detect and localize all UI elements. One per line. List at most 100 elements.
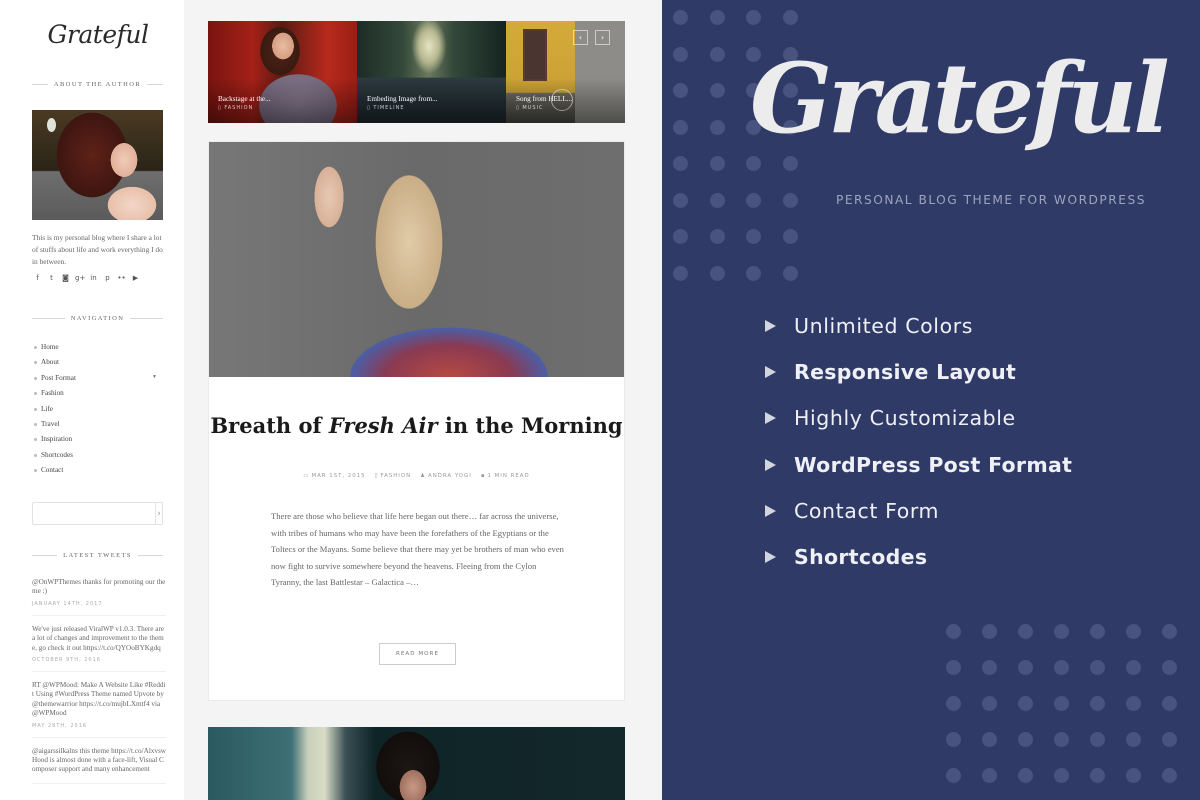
google-plus-icon[interactable]: g+ [75, 273, 85, 283]
dot-decoration [1018, 768, 1033, 783]
dot-decoration [1018, 624, 1033, 639]
tweet-text[interactable]: We've just released ViralWP v1.0.3. Ther… [32, 625, 166, 653]
slider-next-button[interactable]: › [595, 30, 610, 45]
slider-prev-button[interactable]: ‹ [573, 30, 588, 45]
dot-decoration [982, 660, 997, 675]
post-featured-image[interactable] [209, 142, 624, 377]
sidebar-navigation: Home About Post Format ▼ Fashion Life Travel In… [33, 341, 161, 480]
facebook-icon[interactable]: f [33, 273, 42, 283]
divider [32, 555, 58, 556]
author-bio: This is my personal blog where I share a… [32, 233, 163, 266]
dot-decoration [1054, 732, 1069, 747]
clock-icon: ▪ [480, 473, 486, 479]
slide-category-label: Music [522, 105, 544, 111]
slide-title[interactable]: Backstage at the... [218, 95, 271, 103]
feature-list: Unlimited Colors Responsive Layout Highly … [765, 303, 1072, 580]
dot-decoration [1054, 660, 1069, 675]
post-title-emphasis: Fresh Air [328, 413, 438, 438]
dot-decoration [782, 156, 798, 171]
promo-panel: Grateful Personal Blog Theme for WordPre… [662, 0, 1200, 800]
search-input[interactable] [33, 503, 155, 524]
tweet-item: @OnWPThemes thanks for promoting our the… [32, 578, 166, 616]
slide-category: ▯ Music [516, 105, 544, 111]
slide-item[interactable]: Backstage at the... ▯ Fashion [208, 21, 357, 123]
nav-item-life[interactable]: Life [33, 403, 161, 418]
pinterest-icon[interactable]: p [103, 273, 112, 283]
dot-decoration [673, 10, 688, 25]
post-category-text: Fashion [380, 473, 412, 479]
tweet-text[interactable]: @OnWPThemes thanks for promoting our the… [32, 578, 166, 597]
flickr-icon[interactable]: •• [117, 273, 126, 283]
sidebar: Grateful About the Author This is my per… [0, 0, 184, 800]
dot-decoration [946, 696, 961, 711]
youtube-icon[interactable]: ▶ [131, 273, 140, 283]
dot-decoration [1126, 660, 1141, 675]
post-category[interactable]: ▯ Fashion [375, 473, 412, 479]
read-more-button[interactable]: Read More [379, 643, 456, 665]
nav-item-label: About [41, 358, 59, 367]
slide-title[interactable]: Song from HELL... [516, 95, 572, 103]
nav-item-label: Inspiration [41, 435, 73, 444]
nav-item-about[interactable]: About [33, 356, 161, 371]
nav-item-post-format[interactable]: Post Format ▼ [33, 372, 161, 387]
window-decoration [523, 29, 547, 81]
dot-decoration [1162, 660, 1177, 675]
post-title[interactable]: Breath of Fresh Air in the Morning [209, 412, 624, 440]
dot-decoration [673, 46, 688, 62]
dot-decoration [709, 119, 725, 135]
dot-decoration [709, 229, 725, 244]
nav-item-travel[interactable]: Travel [33, 418, 161, 433]
dot-decoration [673, 156, 688, 171]
nav-item-fashion[interactable]: Fashion [33, 387, 161, 402]
slide-item[interactable]: Song from HELL... ▯ Music ‹ › [506, 21, 625, 123]
tweet-text[interactable]: RT @WPMood: Make A Website Like #Reddit … [32, 681, 166, 719]
dot-decoration [746, 10, 761, 25]
next-post-featured-image[interactable] [208, 727, 625, 800]
slide-category: ▯ Timeline [367, 105, 405, 111]
dot-decoration [1018, 732, 1033, 747]
post-title-part: Breath of [210, 413, 329, 438]
dot-decoration [946, 660, 961, 675]
dot-decoration [1162, 732, 1177, 747]
triangle-bullet-icon [765, 412, 776, 425]
linkedin-icon[interactable]: in [89, 273, 98, 283]
nav-item-home[interactable]: Home [33, 341, 161, 356]
dot-decoration [1162, 696, 1177, 711]
dot-decoration [782, 229, 798, 244]
feature-label: WordPress Post Format [794, 452, 1073, 477]
nav-item-contact[interactable]: Contact [33, 464, 161, 479]
nav-item-shortcodes[interactable]: Shortcodes [33, 449, 161, 464]
nav-item-label: Post Format [41, 373, 76, 382]
about-title-text: About the Author [53, 81, 142, 88]
tweet-list: @OnWPThemes thanks for promoting our the… [32, 578, 166, 793]
search-submit-button[interactable]: › [155, 503, 162, 524]
twitter-icon[interactable]: t [47, 273, 56, 283]
site-logo[interactable]: Grateful [0, 20, 196, 49]
slide-item[interactable]: Embeding Image from... ▯ Timeline [357, 21, 506, 123]
dot-decoration [946, 732, 961, 747]
feature-item: WordPress Post Format [765, 442, 1072, 488]
caret-down-icon[interactable]: ▼ [152, 372, 157, 384]
instagram-icon[interactable]: ◙ [61, 273, 70, 283]
dot-decoration [1018, 696, 1033, 711]
tweet-item: We've just released ViralWP v1.0.3. Ther… [32, 625, 166, 673]
nav-item-label: Travel [41, 419, 60, 428]
dot-decoration [673, 83, 688, 98]
triangle-bullet-icon [765, 366, 776, 379]
feature-item: Responsive Layout [765, 349, 1072, 395]
tweets-widget-title: Latest Tweets [32, 552, 164, 559]
dot-decoration [709, 46, 725, 62]
tweet-text[interactable]: @aigarssilkalns this theme https://t.co/… [32, 747, 166, 775]
slide-title[interactable]: Embeding Image from... [367, 95, 437, 103]
dot-decoration [782, 10, 798, 25]
dot-decoration [709, 156, 725, 171]
dot-decoration [1126, 768, 1141, 783]
calendar-icon: ▭ [303, 473, 310, 479]
tweet-item: RT @WPMood: Make A Website Like #Reddit … [32, 681, 166, 738]
divider [130, 318, 164, 319]
triangle-bullet-icon [765, 551, 776, 564]
dot-decoration [709, 10, 725, 25]
featured-slider: Backstage at the... ▯ Fashion Embeding I… [208, 21, 625, 123]
post-author[interactable]: ♟ Andra Yogi [420, 473, 472, 479]
nav-item-inspiration[interactable]: Inspiration [33, 433, 161, 448]
